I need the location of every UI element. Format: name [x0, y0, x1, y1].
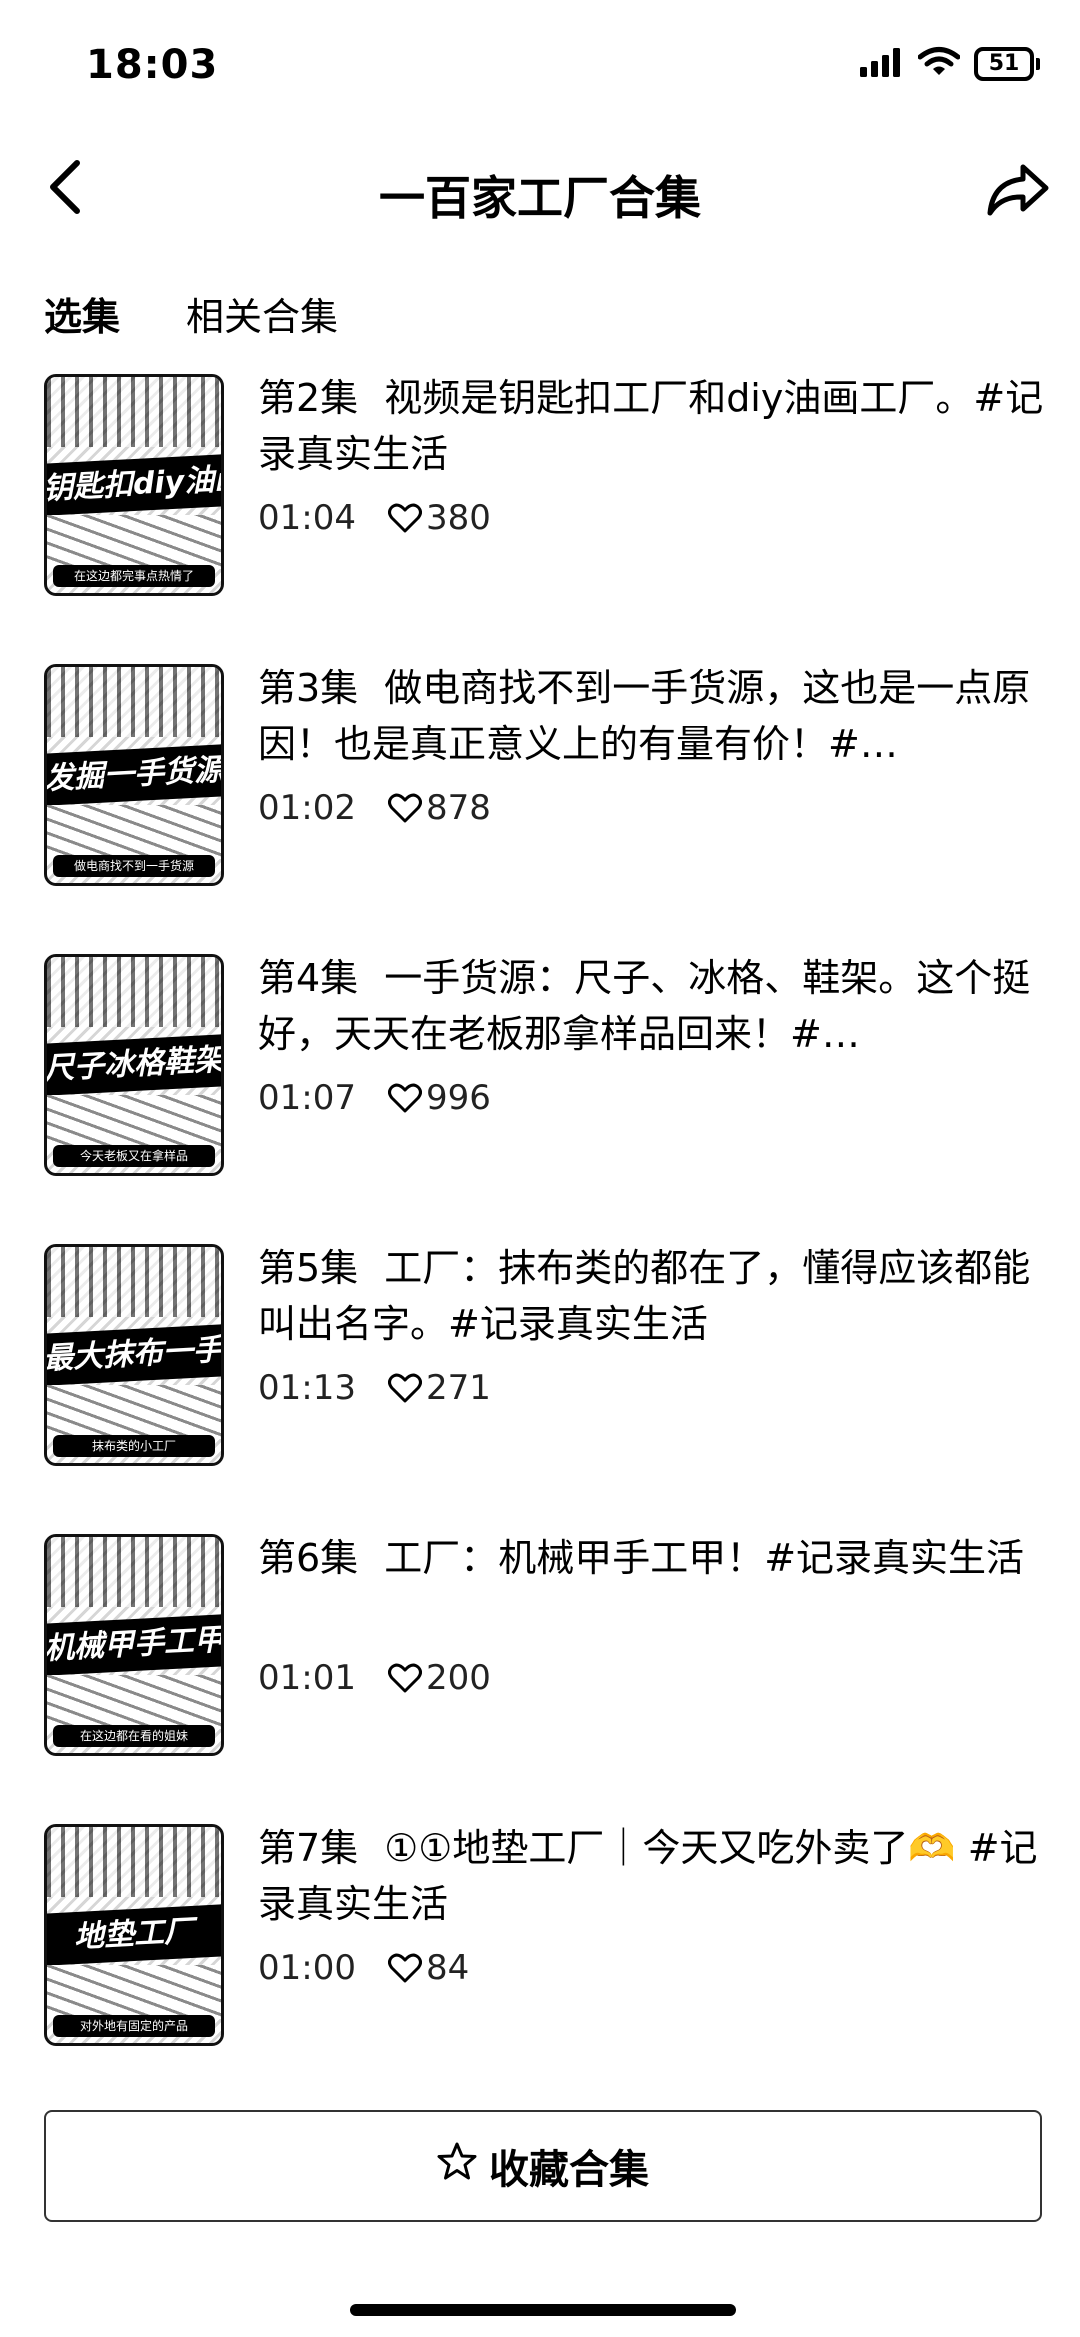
episode-number: 第4集 [258, 956, 359, 1000]
episode-duration: 01:00 [258, 1948, 356, 1988]
thumbnail-banner: 尺子冰格鞋架 [47, 1034, 221, 1096]
share-button[interactable] [978, 152, 1058, 232]
thumbnail-caption: 在这边都完事点热情了 [53, 565, 215, 587]
episode-title: 第3集 做电商找不到一手货源，这也是一点原因！也是真正意义上的有量有价！#… [258, 660, 1048, 772]
episode-number: 第5集 [258, 1246, 359, 1290]
episode-item[interactable]: 钥匙扣diy油画 在这边都完事点热情了 第2集 视频是钥匙扣工厂和diy油画工厂。… [0, 370, 1080, 660]
episode-description: 做电商找不到一手货源，这也是一点原因！也是真正意义上的有量有价！#… [258, 666, 1031, 766]
episode-thumbnail[interactable]: 钥匙扣diy油画 在这边都完事点热情了 [44, 374, 224, 596]
heart-icon [388, 503, 422, 533]
like-count: 380 [426, 498, 491, 538]
like-count: 200 [426, 1658, 491, 1698]
episode-number: 第7集 [258, 1826, 359, 1870]
collect-button-label: 收藏合集 [489, 2147, 649, 2193]
wifi-icon [917, 46, 961, 82]
episode-item[interactable]: 尺子冰格鞋架 今天老板又在拿样品 第4集 一手货源：尺子、冰格、鞋架。这个挺好，天… [0, 950, 1080, 1240]
collect-collection-button[interactable]: 收藏合集 [44, 2110, 1042, 2222]
episode-item[interactable]: 发掘一手货源 做电商找不到一手货源 第3集 做电商找不到一手货源，这也是一点原因！… [0, 660, 1080, 950]
episode-title: 第5集 工厂：抹布类的都在了，懂得应该都能叫出名字。#记录真实生活 [258, 1240, 1048, 1352]
tab-bar: 选集 相关合集 [44, 286, 338, 341]
like-count: 996 [426, 1078, 491, 1118]
heart-icon [388, 1373, 422, 1403]
episode-thumbnail[interactable]: 最大抹布一手货源 抹布类的小工厂 [44, 1244, 224, 1466]
episode-list: 钥匙扣diy油画 在这边都完事点热情了 第2集 视频是钥匙扣工厂和diy油画工厂。… [0, 370, 1080, 2110]
episode-number: 第3集 [258, 666, 359, 710]
status-time: 18:03 [86, 42, 219, 88]
episode-number: 第2集 [258, 376, 359, 420]
thumbnail-banner: 机械甲手工甲 [47, 1614, 221, 1676]
thumbnail-banner: 钥匙扣diy油画 [47, 454, 221, 516]
episode-title: 第7集 ①①地垫工厂｜今天又吃外卖了🫶 #记录真实生活 [258, 1820, 1048, 1932]
episode-duration: 01:04 [258, 498, 356, 538]
thumbnail-caption: 做电商找不到一手货源 [53, 855, 215, 877]
header: 一百家工厂合集 [0, 140, 1080, 250]
episode-description: 工厂：机械甲手工甲！#记录真实生活 [384, 1536, 1025, 1580]
episode-item[interactable]: 最大抹布一手货源 抹布类的小工厂 第5集 工厂：抹布类的都在了，懂得应该都能叫出名… [0, 1240, 1080, 1530]
star-outline-icon [437, 2141, 477, 2191]
episode-description: ①①地垫工厂｜今天又吃外卖了🫶 #记录真实生活 [258, 1826, 1038, 1926]
episode-duration: 01:02 [258, 788, 356, 828]
thumbnail-banner: 地垫工厂 [47, 1904, 221, 1966]
tab-related-collections[interactable]: 相关合集 [186, 286, 338, 341]
episode-thumbnail[interactable]: 机械甲手工甲 在这边都在看的姐妹 [44, 1534, 224, 1756]
episode-description: 一手货源：尺子、冰格、鞋架。这个挺好，天天在老板那拿样品回来！#… [258, 956, 1031, 1056]
thumbnail-caption: 抹布类的小工厂 [53, 1435, 215, 1457]
episode-title: 第2集 视频是钥匙扣工厂和diy油画工厂。#记录真实生活 [258, 370, 1048, 482]
battery-level: 51 [974, 47, 1034, 81]
tab-episodes[interactable]: 选集 [44, 286, 120, 341]
episode-item[interactable]: 地垫工厂 对外地有固定的产品 第7集 ①①地垫工厂｜今天又吃外卖了🫶 #记录真实生… [0, 1820, 1080, 2110]
episode-thumbnail[interactable]: 发掘一手货源 做电商找不到一手货源 [44, 664, 224, 886]
episode-title: 第6集 工厂：机械甲手工甲！#记录真实生活 [258, 1530, 1048, 1642]
like-count: 271 [426, 1368, 491, 1408]
episode-number: 第6集 [258, 1536, 359, 1580]
thumbnail-caption: 在这边都在看的姐妹 [53, 1725, 215, 1747]
home-indicator[interactable] [350, 2304, 736, 2316]
thumbnail-banner: 最大抹布一手货源 [47, 1324, 221, 1386]
collection-page: 18:03 51 一百家工厂合集 选集 相关合集 钥匙扣diy油画 在这边都完事… [0, 0, 1080, 2337]
heart-icon [388, 1663, 422, 1693]
thumbnail-banner: 发掘一手货源 [47, 744, 221, 806]
episode-duration: 01:07 [258, 1078, 356, 1118]
share-arrow-icon [985, 162, 1051, 222]
like-count: 878 [426, 788, 491, 828]
episode-duration: 01:13 [258, 1368, 356, 1408]
thumbnail-caption: 今天老板又在拿样品 [53, 1145, 215, 1167]
episode-title: 第4集 一手货源：尺子、冰格、鞋架。这个挺好，天天在老板那拿样品回来！#… [258, 950, 1048, 1062]
battery-icon: 51 [974, 47, 1040, 81]
page-title: 一百家工厂合集 [379, 171, 701, 225]
episode-description: 工厂：抹布类的都在了，懂得应该都能叫出名字。#记录真实生活 [258, 1246, 1031, 1346]
episode-item[interactable]: 机械甲手工甲 在这边都在看的姐妹 第6集 工厂：机械甲手工甲！#记录真实生活 01… [0, 1530, 1080, 1820]
like-count: 84 [426, 1948, 470, 1988]
thumbnail-caption: 对外地有固定的产品 [53, 2015, 215, 2037]
status-bar: 18:03 51 [0, 0, 1080, 140]
episode-thumbnail[interactable]: 地垫工厂 对外地有固定的产品 [44, 1824, 224, 2046]
heart-icon [388, 1953, 422, 1983]
heart-icon [388, 1083, 422, 1113]
signal-icon [860, 47, 904, 81]
episode-thumbnail[interactable]: 尺子冰格鞋架 今天老板又在拿样品 [44, 954, 224, 1176]
heart-icon [388, 793, 422, 823]
episode-description: 视频是钥匙扣工厂和diy油画工厂。#记录真实生活 [258, 376, 1044, 476]
status-icons: 51 [860, 46, 1040, 82]
episode-duration: 01:01 [258, 1658, 356, 1698]
